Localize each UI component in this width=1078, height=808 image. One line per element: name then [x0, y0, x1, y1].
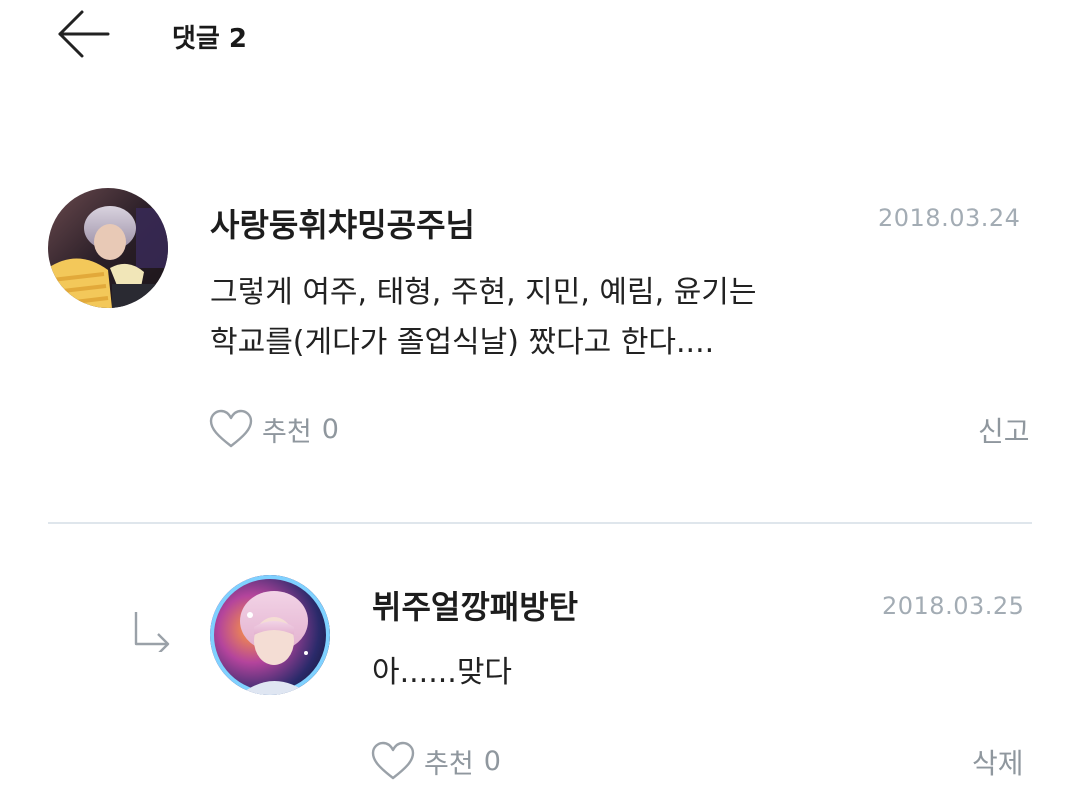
like-button[interactable]: 추천 0: [370, 736, 501, 786]
report-button[interactable]: 신고: [978, 410, 1030, 450]
back-button[interactable]: [52, 6, 116, 62]
reply-arrow-icon: [134, 612, 170, 652]
header-bar: 댓글 2: [0, 0, 1078, 80]
comment-body-line: 그렇게 여주, 태형, 주현, 지민, 예림, 윤기는: [210, 275, 757, 310]
comment-date: 2018.03.24: [878, 204, 1021, 232]
comment-body-line: 아......맞다: [372, 655, 513, 690]
heart-outline-icon: [371, 741, 415, 780]
page-title: 댓글 2: [172, 24, 247, 54]
like-label: 추천: [424, 748, 474, 780]
avatar[interactable]: [48, 188, 168, 308]
comment-author[interactable]: 사랑둥휘챠밍공주님: [210, 200, 475, 246]
like-count: 0: [321, 413, 339, 445]
comment-body-line: 학교를(게다가 졸업식날) 짰다고 한다....: [210, 325, 715, 360]
like-count: 0: [483, 745, 501, 777]
comment-author[interactable]: 뷔주얼깡패방탄: [372, 582, 578, 628]
arrow-left-icon: [58, 10, 110, 58]
comments-screen: 댓글 2 사랑둥휘챠밍공주님 2018.03.24 그렇게 여주, 태형, 주현…: [0, 0, 1078, 808]
delete-button[interactable]: 삭제: [972, 742, 1024, 782]
avatar[interactable]: [210, 575, 330, 695]
divider: [48, 522, 1032, 524]
heart-outline-icon: [209, 409, 253, 448]
like-button[interactable]: 추천 0: [208, 404, 339, 454]
comment-date: 2018.03.25: [882, 592, 1025, 620]
like-label: 추천: [262, 416, 312, 448]
